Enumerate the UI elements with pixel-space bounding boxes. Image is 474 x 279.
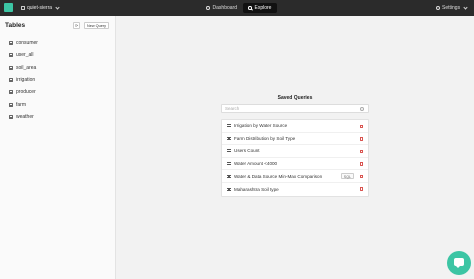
settings-menu[interactable]: Settings: [436, 3, 468, 13]
saved-query-item[interactable]: Users Count: [222, 145, 368, 158]
trash-icon[interactable]: [360, 162, 363, 166]
trash-icon[interactable]: [360, 137, 363, 141]
sidebar-title: Tables: [5, 22, 26, 29]
query-icon: [227, 162, 231, 166]
table-item-label: farm: [16, 101, 26, 108]
saved-query-item[interactable]: Water & Data Source Min-Max Comparison S…: [222, 170, 368, 183]
chevron-down-icon: [55, 4, 60, 10]
table-list: consumer user_all soil_area irrigation p…: [9, 37, 38, 123]
trash-icon[interactable]: [360, 187, 363, 191]
dashboard-icon: [206, 6, 210, 10]
trash-icon[interactable]: [360, 149, 363, 154]
top-navbar: quiet-sierra Dashboard Explore Settings: [0, 0, 474, 16]
sql-badge: SQL: [340, 173, 354, 180]
table-item-label: soil_area: [16, 64, 37, 71]
saved-query-item[interactable]: Maharashtra Soil type: [222, 183, 368, 196]
table-item[interactable]: farm: [9, 98, 38, 110]
nav-explore-button[interactable]: Explore: [243, 3, 277, 13]
nav-explore-label: Explore: [254, 5, 272, 11]
trash-icon[interactable]: [360, 124, 363, 128]
saved-query-item[interactable]: Water Amount <4000: [222, 158, 368, 171]
workspace-name: quiet-sierra: [27, 5, 53, 11]
saved-query-list: Irrigation by Water Source Farm Distribu…: [221, 119, 369, 197]
table-item-label: irrigation: [16, 77, 36, 84]
table-item-label: producer: [16, 89, 36, 96]
query-icon: [227, 124, 231, 128]
chat-icon: [454, 258, 464, 268]
refresh-button[interactable]: ⟳: [73, 22, 80, 29]
search-input[interactable]: [221, 104, 369, 113]
saved-query-label: Maharashtra Soil type: [234, 186, 279, 192]
chevron-down-icon: [463, 4, 468, 10]
table-icon: [9, 78, 13, 83]
saved-query-label: Water & Data Source Min-Max Comparison: [234, 173, 323, 179]
new-query-button[interactable]: New Query: [84, 22, 109, 29]
table-icon: [9, 53, 13, 58]
saved-query-label: Farm Distribution by Soil Type: [234, 135, 296, 141]
query-icon: [227, 136, 231, 140]
table-item-label: weather: [16, 113, 34, 120]
app-logo[interactable]: [4, 3, 13, 12]
query-icon: [227, 174, 231, 178]
table-item[interactable]: consumer: [9, 37, 38, 49]
saved-query-item[interactable]: Irrigation by Water Source: [222, 120, 368, 133]
query-icon: [227, 149, 231, 153]
table-icon: [9, 65, 13, 70]
table-icon: [9, 102, 13, 107]
saved-query-label: Users Count: [234, 148, 260, 154]
settings-label: Settings: [442, 5, 461, 11]
saved-query-label: Irrigation by Water Source: [234, 123, 288, 129]
table-item-label: user_all: [16, 52, 34, 59]
table-item[interactable]: weather: [9, 111, 38, 123]
table-item[interactable]: producer: [9, 86, 38, 98]
table-item-label: consumer: [16, 40, 38, 47]
saved-queries-title: Saved Queries: [277, 95, 313, 101]
nav-dashboard-label: Dashboard: [212, 5, 237, 11]
refresh-icon: ⟳: [74, 23, 79, 28]
table-icon: [9, 114, 13, 119]
search-icon: [248, 6, 252, 10]
gear-icon: [436, 6, 440, 10]
saved-query-item[interactable]: Farm Distribution by Soil Type: [222, 133, 368, 146]
table-icon: [9, 41, 13, 46]
saved-query-label: Water Amount <4000: [234, 161, 278, 167]
table-item[interactable]: irrigation: [9, 74, 38, 86]
nav-dashboard-button[interactable]: Dashboard: [201, 3, 242, 13]
table-item[interactable]: soil_area: [9, 62, 38, 74]
search-icon: [360, 106, 364, 111]
chat-launcher-button[interactable]: [447, 251, 471, 275]
trash-icon[interactable]: [360, 174, 363, 179]
query-icon: [227, 187, 231, 191]
database-icon: [21, 6, 25, 10]
workspace-selector[interactable]: quiet-sierra: [21, 4, 60, 12]
sidebar: Tables ⟳ New Query consumer user_all soi…: [0, 16, 116, 279]
table-item[interactable]: user_all: [9, 49, 38, 61]
table-icon: [9, 90, 13, 95]
